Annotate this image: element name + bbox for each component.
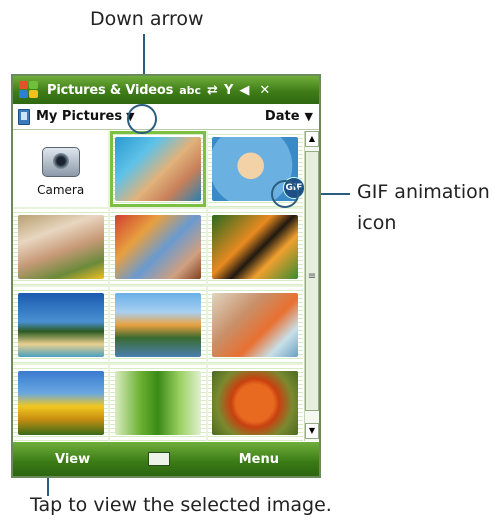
thumbnail-sunflowers[interactable] bbox=[13, 365, 109, 441]
camera-tile[interactable]: Camera bbox=[13, 131, 109, 207]
menu-softkey[interactable]: Menu bbox=[239, 452, 279, 467]
window-title: Pictures & Videos bbox=[47, 82, 174, 98]
start-icon[interactable] bbox=[17, 79, 41, 101]
callout-down-arrow: Down arrow bbox=[90, 8, 204, 30]
thumbnail-child-fishbowl[interactable] bbox=[207, 287, 303, 363]
title-bar: Pictures & Videos abc ⇄ Y ◀ ✕ bbox=[13, 76, 319, 104]
callout-gif-icon-line2: icon bbox=[357, 212, 397, 234]
callout-circle-down-arrow bbox=[127, 104, 157, 134]
camera-label: Camera bbox=[37, 183, 85, 197]
sort-label[interactable]: Date bbox=[265, 109, 300, 124]
device-screen: Pictures & Videos abc ⇄ Y ◀ ✕ My Picture… bbox=[11, 74, 321, 478]
scroll-up-button[interactable]: ▲ bbox=[305, 131, 319, 147]
signal-icon[interactable]: Y bbox=[224, 83, 233, 98]
thumbnail-grass[interactable] bbox=[110, 365, 206, 441]
thumbnail-kids-party[interactable] bbox=[110, 209, 206, 285]
thumbnail-snorkel-family[interactable] bbox=[110, 131, 206, 207]
input-icon[interactable]: abc bbox=[179, 84, 201, 97]
scroll-thumb[interactable]: ≡ bbox=[305, 151, 319, 411]
scroll-down-button[interactable]: ▼ bbox=[305, 423, 319, 439]
thumbnail-autumn-leaf[interactable] bbox=[207, 365, 303, 441]
thumbnail-butterfly[interactable] bbox=[207, 209, 303, 285]
thumbnail-palm-beach[interactable] bbox=[13, 287, 109, 363]
view-softkey[interactable]: View bbox=[55, 452, 90, 467]
volume-icon[interactable]: ◀ bbox=[239, 83, 249, 98]
close-icon[interactable]: ✕ bbox=[259, 83, 270, 98]
folder-label[interactable]: My Pictures bbox=[36, 109, 122, 124]
folder-toolbar: My Pictures ▼ Date ▼ bbox=[13, 104, 319, 130]
sync-icon[interactable]: ⇄ bbox=[207, 83, 218, 98]
thumbnail-lake-landscape[interactable] bbox=[110, 287, 206, 363]
callout-gif-icon-line1: GIF animation bbox=[357, 181, 490, 203]
camera-icon bbox=[41, 147, 80, 177]
sort-chevron-down-icon[interactable]: ▼ bbox=[305, 110, 313, 123]
callout-circle-gif-icon bbox=[271, 180, 299, 208]
folder-icon bbox=[18, 108, 30, 125]
thumbnail-grid: Camera GIF bbox=[13, 131, 305, 441]
vertical-scrollbar[interactable]: ▲ ≡ ▼ bbox=[304, 131, 319, 441]
softkey-bar: View Menu bbox=[13, 442, 319, 476]
thumbnail-grandparents[interactable] bbox=[13, 209, 109, 285]
keyboard-icon[interactable] bbox=[148, 452, 171, 466]
callout-view-tip: Tap to view the selected image. bbox=[30, 494, 332, 516]
